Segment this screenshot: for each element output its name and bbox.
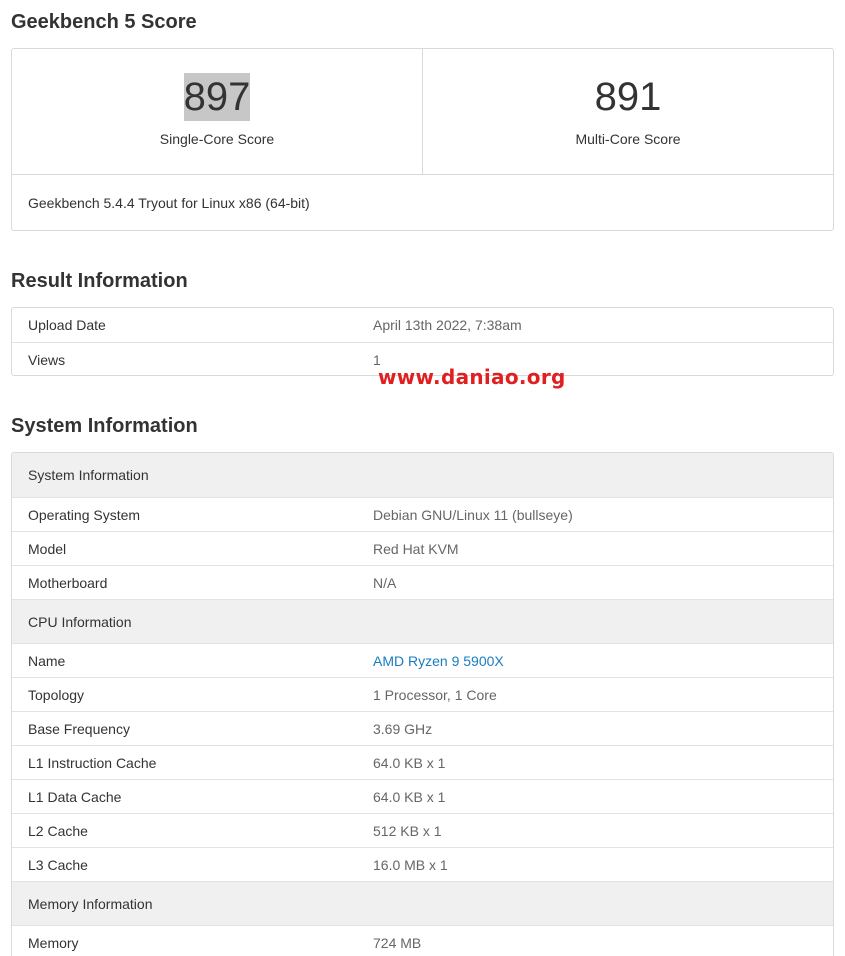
base-frequency-key: Base Frequency [28,720,130,737]
table-row: Name AMD Ryzen 9 5900X [12,643,833,677]
group-heading-memory: Memory Information [12,881,833,925]
system-info-table: System Information Operating System Debi… [11,452,834,956]
system-section-title: System Information [11,415,198,437]
multi-core-cell: 891 Multi-Core Score [422,49,833,174]
score-section-title: Geekbench 5 Score [11,11,197,33]
table-row: Memory 724 MB [12,925,833,956]
group-heading-cpu: CPU Information [12,599,833,643]
table-row: Operating System Debian GNU/Linux 11 (bu… [12,497,833,531]
table-row: L1 Instruction Cache 64.0 KB x 1 [12,745,833,779]
memory-value: 724 MB [373,934,422,951]
table-row: L3 Cache 16.0 MB x 1 [12,847,833,881]
l3-cache-key: L3 Cache [28,856,88,873]
multi-core-label: Multi-Core Score [575,131,681,147]
l1-data-cache-key: L1 Data Cache [28,788,122,805]
multi-core-score[interactable]: 891 [595,73,662,121]
l3-cache-value: 16.0 MB x 1 [373,856,448,873]
topology-key: Topology [28,686,85,703]
motherboard-value: N/A [373,574,397,591]
result-section-title: Result Information [11,270,188,292]
table-row: L1 Data Cache 64.0 KB x 1 [12,779,833,813]
table-row: Topology 1 Processor, 1 Core [12,677,833,711]
score-card: 897 Single-Core Score 891 Multi-Core Sco… [11,48,834,231]
single-core-label: Single-Core Score [159,131,275,147]
l2-cache-key: L2 Cache [28,822,88,839]
single-core-score[interactable]: 897 [183,73,251,121]
table-row: Model Red Hat KVM [12,531,833,565]
group-heading-system: System Information [12,453,833,497]
l1-data-cache-value: 64.0 KB x 1 [373,788,446,805]
cpu-name-link[interactable]: AMD Ryzen 9 5900X [373,653,833,669]
l1-instruction-cache-key: L1 Instruction Cache [28,754,157,771]
views-key: Views [28,351,66,368]
model-key: Model [28,540,67,557]
memory-key: Memory [28,934,79,951]
os-value: Debian GNU/Linux 11 (bullseye) [373,506,573,523]
table-row: Base Frequency 3.69 GHz [12,711,833,745]
table-row: Upload Date April 13th 2022, 7:38am [12,308,833,342]
l2-cache-value: 512 KB x 1 [373,822,442,839]
l1-instruction-cache-value: 64.0 KB x 1 [373,754,446,771]
os-key: Operating System [28,506,141,523]
score-row: 897 Single-Core Score 891 Multi-Core Sco… [12,49,833,175]
watermark: www.daniao.org [378,365,566,389]
topology-value: 1 Processor, 1 Core [373,686,497,703]
model-value: Red Hat KVM [373,540,459,557]
base-frequency-value: 3.69 GHz [373,720,433,737]
table-row: L2 Cache 512 KB x 1 [12,813,833,847]
single-core-cell: 897 Single-Core Score [12,49,422,174]
motherboard-key: Motherboard [28,574,108,591]
table-row: Motherboard N/A [12,565,833,599]
geekbench-version: Geekbench 5.4.4 Tryout for Linux x86 (64… [28,195,310,211]
upload-date-value: April 13th 2022, 7:38am [373,317,522,333]
cpu-name-key: Name [28,652,66,669]
upload-date-key: Upload Date [28,317,106,333]
